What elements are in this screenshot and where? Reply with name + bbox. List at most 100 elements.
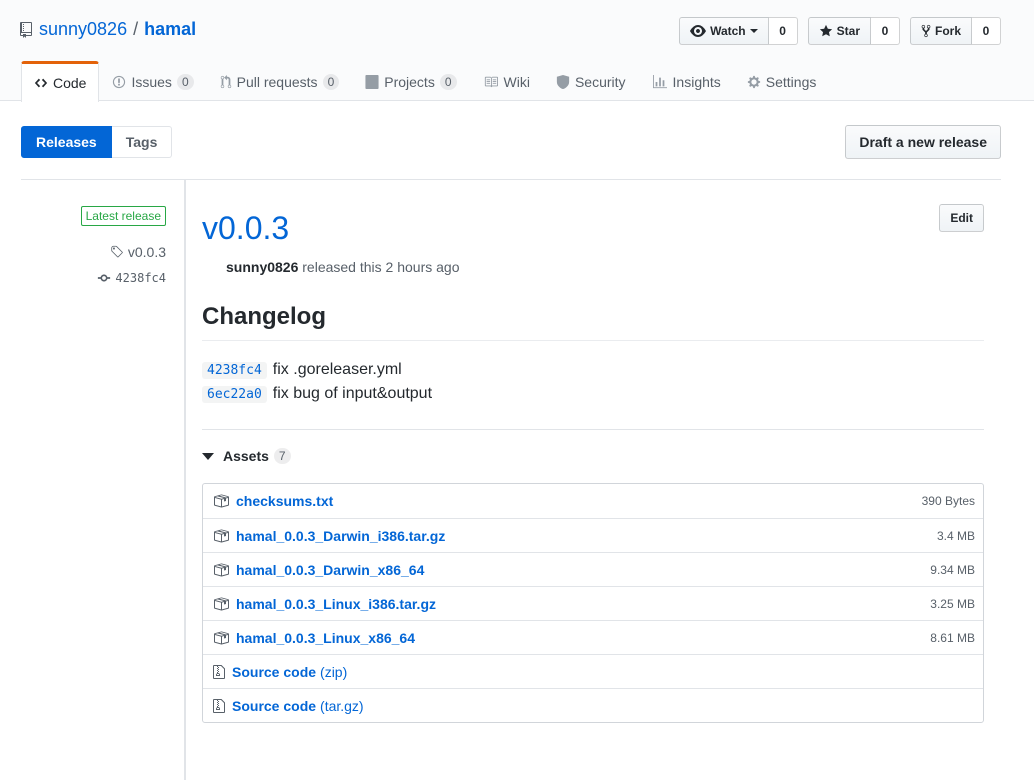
tab-insights[interactable]: Insights — [639, 61, 734, 101]
projects-count: 0 — [439, 73, 457, 90]
tab-settings[interactable]: Settings — [734, 61, 830, 101]
commit-sha-link[interactable]: 4238fc4 — [202, 361, 267, 379]
book-icon — [484, 76, 498, 87]
eye-icon — [690, 25, 707, 37]
repo-nav: Code Issues 0 Pull requests 0 Projects 0… — [21, 61, 830, 102]
source-code-ext: (zip) — [320, 663, 348, 680]
caret-down-icon — [202, 452, 214, 460]
asset-size: 8.61 MB — [930, 630, 975, 645]
divider — [202, 429, 984, 430]
release-author-line: sunny0826 released this 2 hours ago — [226, 259, 459, 275]
asset-row: hamal_0.0.3_Linux_x86_64 8.61 MB — [203, 620, 983, 654]
package-icon — [214, 563, 229, 576]
latest-release-badge: Latest release — [80, 206, 166, 226]
tab-wiki[interactable]: Wiki — [470, 61, 543, 101]
asset-size: 390 Bytes — [921, 494, 975, 508]
asset-link[interactable]: hamal_0.0.3_Linux_x86_64 — [236, 630, 415, 646]
asset-row: hamal_0.0.3_Darwin_x86_64 9.34 MB — [203, 552, 983, 586]
divider — [202, 340, 984, 341]
source-code-label: Source code — [232, 663, 317, 680]
changelog-heading: Changelog — [202, 303, 326, 330]
edit-button[interactable]: Edit — [939, 204, 984, 232]
shield-icon — [556, 74, 570, 89]
release-tag-label: v0.0.3 — [127, 244, 166, 260]
asset-link[interactable]: hamal_0.0.3_Darwin_i386.tar.gz — [236, 528, 445, 544]
assets-toggle[interactable]: Assets 7 — [202, 448, 291, 464]
package-icon — [214, 529, 229, 542]
changelog-list: 4238fc4 fix .goreleaser.yml 6ec22a0 fix … — [202, 358, 432, 406]
watch-button[interactable]: Watch — [679, 17, 769, 45]
tab-code[interactable]: Code — [21, 61, 100, 102]
tab-code-label: Code — [53, 75, 87, 91]
package-icon — [214, 597, 229, 610]
repo-owner-link[interactable]: sunny0826 — [39, 19, 127, 40]
asset-link[interactable]: checksums.txt — [236, 493, 333, 509]
file-zip-icon — [213, 698, 225, 713]
project-icon — [365, 74, 379, 89]
fork-icon — [921, 24, 931, 38]
chevron-down-icon — [749, 29, 758, 33]
tab-wiki-label: Wiki — [503, 73, 530, 90]
source-code-targz-link[interactable]: Source code (tar.gz) — [232, 698, 364, 714]
fork-group: Fork 0 — [909, 17, 1001, 45]
tab-pull-requests-label: Pull requests — [236, 73, 318, 90]
asset-size: 3.25 MB — [930, 596, 975, 611]
asset-link[interactable]: hamal_0.0.3_Darwin_x86_64 — [236, 562, 424, 578]
release-title[interactable]: v0.0.3 — [202, 210, 289, 247]
tab-projects[interactable]: Projects 0 — [352, 61, 469, 101]
fork-button[interactable]: Fork — [909, 17, 972, 45]
graph-icon — [652, 74, 667, 88]
fork-label: Fork — [934, 24, 961, 38]
tab-projects-label: Projects — [384, 73, 435, 90]
star-group: Star 0 — [807, 17, 900, 45]
asset-row: hamal_0.0.3_Linux_i386.tar.gz 3.25 MB — [203, 586, 983, 620]
source-row: Source code (tar.gz) — [203, 688, 983, 722]
assets-count: 7 — [273, 448, 291, 464]
release-meta: Latest release v0.0.3 4238fc4 — [0, 180, 186, 780]
release-commit[interactable]: 4238fc4 — [97, 271, 166, 285]
pull-request-icon — [220, 74, 231, 88]
file-zip-icon — [213, 664, 225, 679]
watch-group: Watch 0 — [679, 17, 798, 45]
draft-release-button[interactable]: Draft a new release — [845, 125, 1001, 159]
source-code-zip-link[interactable]: Source code (zip) — [232, 664, 347, 680]
release-tag[interactable]: v0.0.3 — [110, 244, 166, 260]
release-author[interactable]: sunny0826 — [226, 259, 298, 275]
changelog-item: 6ec22a0 fix bug of input&output — [202, 382, 432, 406]
tab-issues[interactable]: Issues 0 — [99, 61, 206, 101]
watch-count[interactable]: 0 — [768, 17, 798, 45]
asset-size: 3.4 MB — [936, 528, 975, 543]
tab-security[interactable]: Security — [543, 61, 639, 101]
asset-link[interactable]: hamal_0.0.3_Linux_i386.tar.gz — [236, 596, 436, 612]
issues-count: 0 — [176, 73, 194, 90]
package-icon — [214, 494, 229, 508]
tag-icon — [111, 245, 123, 258]
fork-count[interactable]: 0 — [972, 17, 1001, 45]
repo-separator: / — [133, 19, 139, 39]
source-code-ext: (tar.gz) — [320, 697, 364, 714]
repo-header: sunny0826 / hamal Watch 0 Star 0 Fork 0 — [0, 0, 1034, 102]
tab-tags[interactable]: Tags — [111, 126, 173, 158]
releases-subnav: Releases Tags — [21, 126, 173, 158]
repo-name-link[interactable]: hamal — [144, 19, 196, 40]
commit-message: fix .goreleaser.yml — [272, 361, 402, 378]
tab-settings-label: Settings — [765, 73, 817, 90]
watch-label: Watch — [710, 24, 746, 38]
star-count[interactable]: 0 — [870, 17, 900, 45]
tab-releases[interactable]: Releases — [21, 126, 112, 158]
repo-icon — [20, 21, 32, 38]
tab-pull-requests[interactable]: Pull requests 0 — [207, 61, 353, 101]
star-icon — [819, 24, 832, 37]
gear-icon — [747, 75, 760, 88]
source-row: Source code (zip) — [203, 654, 983, 688]
asset-size: 9.34 MB — [930, 562, 975, 577]
code-icon — [34, 78, 48, 88]
star-button[interactable]: Star — [807, 17, 871, 45]
commit-sha-link[interactable]: 6ec22a0 — [202, 385, 267, 403]
pull-requests-count: 0 — [322, 73, 340, 90]
tab-issues-label: Issues — [131, 73, 172, 90]
asset-row: hamal_0.0.3_Darwin_i386.tar.gz 3.4 MB — [203, 518, 983, 552]
asset-row: checksums.txt 390 Bytes — [203, 484, 983, 518]
commit-icon — [98, 274, 111, 282]
changelog-item: 4238fc4 fix .goreleaser.yml — [202, 358, 432, 382]
